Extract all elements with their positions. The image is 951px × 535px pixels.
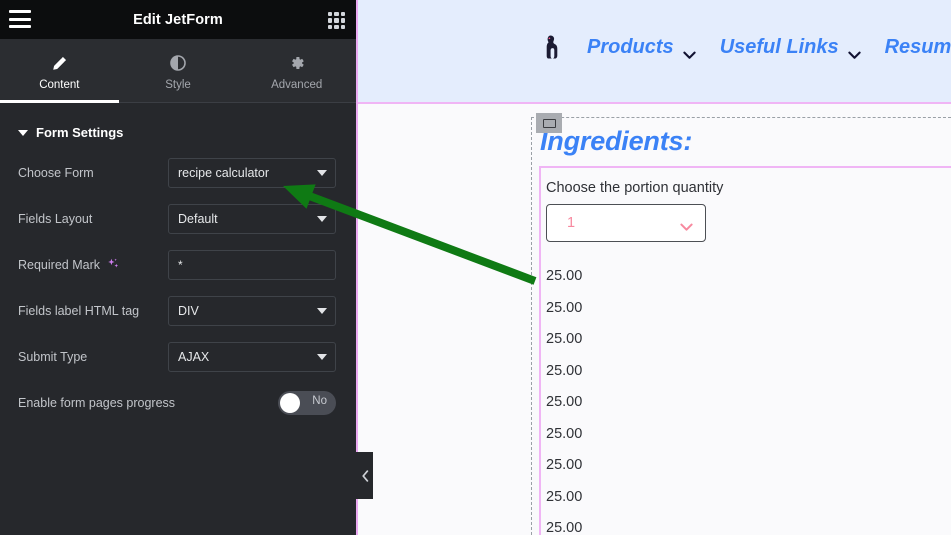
grid-dot [340,18,345,23]
grid-dot [334,12,339,17]
control-required-mark-label: Required Mark [18,257,168,274]
control-required-mark-text: Required Mark [18,258,100,272]
elementor-panel: Edit JetForm Content Style Advanced Form… [0,0,356,535]
control-fields-label-html-tag-label: Fields label HTML tag [18,304,140,318]
nav-item-products[interactable]: Products [587,36,696,59]
portion-quantity-label: Choose the portion quantity [546,180,724,196]
tab-style-label: Style [165,78,191,91]
list-item: 25.00 [546,394,583,410]
enable-form-pages-progress-toggle[interactable]: No [278,391,336,415]
collapse-panel-button[interactable] [356,452,373,499]
control-fields-label-html-tag: Fields label HTML tag DIV [18,296,336,326]
hamburger-menu-icon[interactable] [9,10,31,28]
nav-item-useful-links[interactable]: Useful Links [720,36,861,59]
screen: Edit JetForm Content Style Advanced Form… [0,0,951,535]
fields-layout-value: Default [178,212,218,226]
site-nav: Products Useful Links Resum [356,34,951,60]
portion-quantity-select[interactable]: 1 [546,204,706,242]
jetform-widget: Choose the portion quantity 1 25.00 25.0… [539,166,951,535]
chevron-down-icon [317,308,327,314]
list-item: 25.00 [546,299,583,316]
chevron-down-icon [683,43,696,59]
portion-quantity-value: 1 [567,215,576,231]
tab-advanced-label: Advanced [271,78,323,91]
fields-layout-select[interactable]: Default [168,204,336,234]
control-choose-form: Choose Form recipe calculator [18,158,336,188]
grid-dot [340,12,345,17]
nav-item-useful-links-label: Useful Links [719,35,839,58]
toggle-knob [280,393,300,413]
hamburger-bar [9,17,31,21]
amount-list: 25.00 25.00 25.00 25.00 25.00 25.00 25.0… [546,261,951,535]
page-heading: Ingredients: [540,126,693,156]
control-fields-layout: Fields Layout Default [18,204,336,234]
panel-tabs: Content Style Advanced [0,39,356,103]
tab-advanced[interactable]: Advanced [237,39,356,102]
panel-header: Edit JetForm [0,0,356,39]
widget-handle-icon[interactable] [536,113,562,133]
hamburger-bar [9,10,31,13]
control-choose-form-label: Choose Form [18,166,94,180]
chevron-down-icon [317,354,327,360]
apps-grid-icon[interactable] [328,12,345,29]
submit-type-value: AJAX [178,350,210,364]
list-item: 25.00 [546,425,583,442]
choose-form-value: recipe calculator [178,166,270,180]
list-item: 25.00 [546,520,583,535]
caret-down-icon [18,130,28,136]
grid-dot [328,18,333,23]
list-item: 25.00 [546,457,583,473]
control-submit-type-label: Submit Type [18,350,88,364]
tab-content-label: Content [39,78,80,91]
grid-dot [340,24,345,29]
grid-dot [328,12,333,17]
control-fields-layout-label: Fields Layout [18,212,93,226]
grid-dot [334,18,339,23]
fields-label-html-tag-value: DIV [178,304,199,318]
page-preview: Products Useful Links Resum Ingredients:… [356,0,951,535]
tab-style[interactable]: Style [119,39,238,102]
chevron-down-icon [847,43,861,59]
contrast-icon [170,55,186,72]
control-enable-form-pages-progress-label: Enable form pages progress [18,396,176,410]
list-item: 25.00 [546,488,583,505]
chevron-down-icon [317,216,327,222]
chevron-down-icon [317,170,327,176]
list-item: 25.00 [546,331,583,347]
fields-label-html-tag-select[interactable]: DIV [168,296,336,326]
tab-content[interactable]: Content [0,39,119,103]
section-form-settings-header[interactable]: Form Settings [0,103,356,140]
toggle-value: No [312,395,327,407]
gear-icon [289,55,305,72]
panel-title: Edit JetForm [133,11,223,28]
grid-dot [334,24,339,29]
control-submit-type: Submit Type AJAX [18,342,336,372]
grid-dot [328,24,333,29]
nav-item-products-label: Products [587,35,674,58]
nav-item-resumes[interactable]: Resumes [885,36,951,59]
choose-form-select[interactable]: recipe calculator [168,158,336,188]
chevron-left-icon [361,469,368,482]
list-item: 25.00 [546,268,583,284]
required-mark-value: * [178,258,183,272]
list-item: 25.00 [546,362,583,379]
pencil-icon [52,55,67,72]
chevron-down-icon [680,219,693,231]
submit-type-select[interactable]: AJAX [168,342,336,372]
ai-sparkle-icon[interactable] [106,257,120,274]
control-enable-form-pages-progress: Enable form pages progress No [18,388,336,418]
nav-item-resumes-label: Resumes [884,35,951,58]
hamburger-bar [9,25,31,28]
site-nav-band: Products Useful Links Resum [356,0,951,104]
section-form-settings-label: Form Settings [36,125,124,140]
widget-handle-glyph [542,118,556,128]
site-logo-icon[interactable] [543,34,563,60]
control-required-mark: Required Mark * [18,250,336,280]
form-settings-controls: Choose Form recipe calculator Fields Lay… [0,140,356,418]
required-mark-input[interactable]: * [168,250,336,280]
